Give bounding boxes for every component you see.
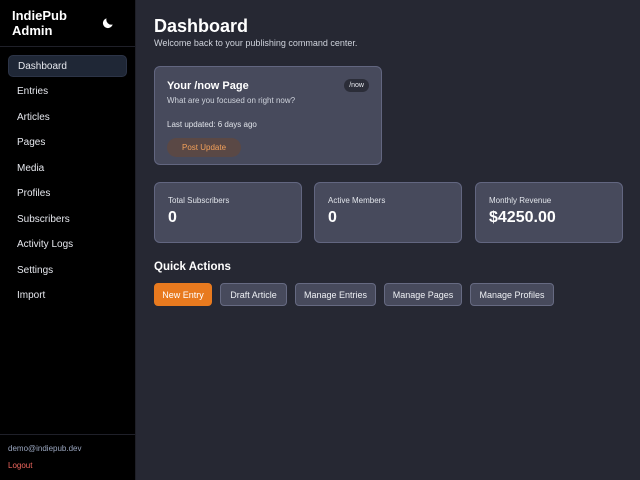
manage-pages-button[interactable]: Manage Pages bbox=[384, 283, 462, 306]
stat-label: Monthly Revenue bbox=[489, 196, 552, 205]
draft-article-button[interactable]: Draft Article bbox=[220, 283, 287, 306]
user-email: demo@indiepub.dev bbox=[8, 444, 82, 453]
stat-value: 0 bbox=[328, 209, 337, 226]
stat-value: $4250.00 bbox=[489, 209, 556, 226]
now-card-last-updated: Last updated: 6 days ago bbox=[167, 120, 257, 129]
logout-link[interactable]: Logout bbox=[8, 461, 135, 470]
sidebar-item-media[interactable]: Media bbox=[8, 157, 127, 179]
sidebar-item-label: Settings bbox=[17, 264, 54, 276]
stat-card-monthly-revenue: Monthly Revenue $4250.00 bbox=[475, 182, 623, 243]
sidebar-item-settings[interactable]: Settings bbox=[8, 259, 127, 281]
brand-title: IndiePub Admin bbox=[12, 8, 67, 38]
sidebar-item-label: Profiles bbox=[17, 188, 51, 199]
page-title: Dashboard bbox=[154, 16, 249, 36]
sidebar-item-label: Activity Logs bbox=[17, 239, 74, 250]
moon-icon[interactable] bbox=[101, 16, 115, 30]
now-page-card: Your /now Page What are you focused on r… bbox=[154, 66, 382, 165]
manage-profiles-button[interactable]: Manage Profiles bbox=[470, 283, 554, 306]
sidebar-item-label: Pages bbox=[17, 137, 46, 148]
sidebar-item-label: Entries bbox=[17, 86, 49, 97]
sidebar-footer: demo@indiepub.dev Logout bbox=[0, 434, 135, 480]
sidebar-item-entries[interactable]: Entries bbox=[8, 81, 127, 103]
stat-value: 0 bbox=[168, 209, 177, 226]
stat-label: Active Members bbox=[328, 196, 386, 205]
now-badge: /now bbox=[344, 79, 369, 92]
sidebar-item-activity-logs[interactable]: Activity Logs bbox=[8, 234, 127, 256]
sidebar-item-articles[interactable]: Articles bbox=[8, 106, 127, 128]
sidebar-nav: Dashboard Entries Articles Pages Media P… bbox=[0, 47, 135, 307]
sidebar-item-label: Subscribers bbox=[17, 213, 70, 225]
quick-actions: New Entry Draft Article Manage Entries M… bbox=[154, 283, 554, 306]
sidebar-item-subscribers[interactable]: Subscribers bbox=[8, 208, 127, 230]
sidebar-item-label: Dashboard bbox=[18, 60, 67, 72]
sidebar-item-dashboard[interactable]: Dashboard bbox=[8, 55, 127, 77]
stat-card-active-members: Active Members 0 bbox=[314, 182, 462, 243]
now-card-question: What are you focused on right now? bbox=[167, 96, 296, 105]
sidebar-item-import[interactable]: Import bbox=[8, 285, 127, 307]
sidebar-header: IndiePub Admin bbox=[0, 0, 135, 47]
stat-card-total-subscribers: Total Subscribers 0 bbox=[154, 182, 302, 243]
page-subtitle: Welcome back to your publishing command … bbox=[154, 38, 358, 48]
manage-entries-button[interactable]: Manage Entries bbox=[295, 283, 376, 306]
sidebar: IndiePub Admin Dashboard Entries Article… bbox=[0, 0, 136, 480]
post-update-button[interactable]: Post Update bbox=[167, 138, 241, 157]
sidebar-item-label: Import bbox=[17, 290, 46, 301]
quick-actions-title: Quick Actions bbox=[154, 261, 231, 273]
stat-label: Total Subscribers bbox=[168, 196, 230, 205]
sidebar-item-label: Media bbox=[17, 162, 45, 174]
sidebar-item-label: Articles bbox=[17, 111, 50, 123]
sidebar-item-pages[interactable]: Pages bbox=[8, 132, 127, 154]
now-card-title: Your /now Page bbox=[167, 80, 249, 92]
new-entry-button[interactable]: New Entry bbox=[154, 283, 212, 306]
sidebar-item-profiles[interactable]: Profiles bbox=[8, 183, 127, 205]
